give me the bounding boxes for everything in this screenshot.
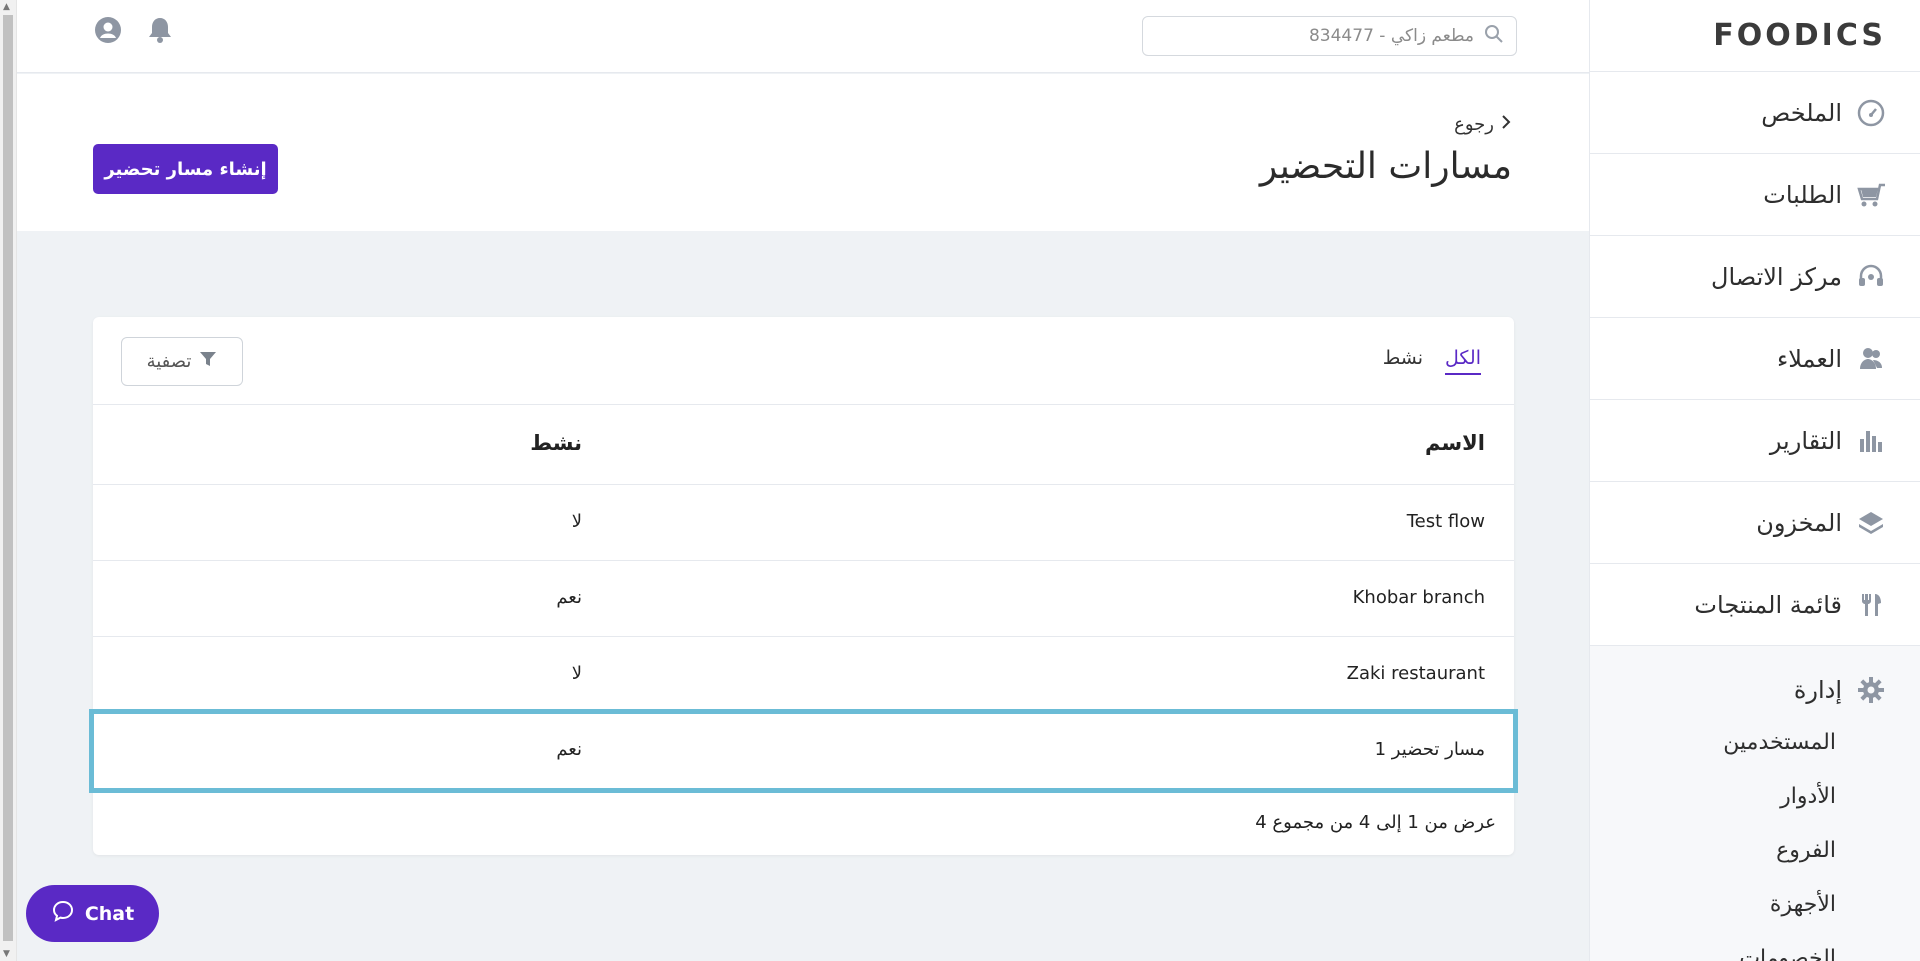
- dashboard-icon: [1856, 98, 1886, 128]
- sidebar-subitem-discounts[interactable]: الخصومات: [1590, 932, 1920, 961]
- scroll-down-arrow-icon[interactable]: ▼: [3, 949, 10, 959]
- table-row[interactable]: Khobar branch نعم: [93, 561, 1514, 637]
- user-account-icon[interactable]: [92, 14, 124, 46]
- sidebar-item-admin[interactable]: إدارة: [1590, 664, 1920, 716]
- sidebar-subitem-devices[interactable]: الأجهزة: [1590, 878, 1920, 932]
- row-active: نعم: [556, 739, 582, 760]
- foodics-logo[interactable]: FOODICS: [1590, 0, 1920, 72]
- table-row[interactable]: Zaki restaurant لا: [93, 637, 1514, 713]
- table-header: الاسم نشط: [93, 405, 1514, 485]
- search-input[interactable]: [1174, 26, 1474, 46]
- row-active: لا: [571, 663, 582, 684]
- search-icon: [1484, 24, 1504, 48]
- page-scrollbar[interactable]: ▲ ▼: [0, 0, 17, 961]
- row-active: نعم: [556, 587, 582, 608]
- tab-all[interactable]: الكل: [1445, 347, 1481, 375]
- card-toolbar: الكل نشط تصفية: [93, 317, 1514, 405]
- chat-button[interactable]: Chat: [26, 885, 159, 942]
- sidebar-item-reports[interactable]: التقارير: [1590, 400, 1920, 482]
- create-preparation-path-button[interactable]: إنشاء مسار تحضير: [93, 144, 278, 194]
- notifications-bell-icon[interactable]: [144, 14, 176, 46]
- chat-label: Chat: [84, 902, 135, 925]
- fork-knife-icon: [1856, 590, 1886, 620]
- row-name: Test flow: [1406, 511, 1485, 532]
- column-header-active[interactable]: نشط: [530, 431, 582, 455]
- table-row[interactable]: Test flow لا: [93, 485, 1514, 561]
- sidebar-item-menu[interactable]: قائمة المنتجات: [1590, 564, 1920, 646]
- sidebar-item-customers[interactable]: العملاء: [1590, 318, 1920, 400]
- row-active: لا: [571, 511, 582, 532]
- sidebar-item-label: التقارير: [1769, 426, 1842, 455]
- row-name: مسار تحضير 1: [1374, 739, 1485, 760]
- cart-icon: [1856, 180, 1886, 210]
- sidebar-item-label: الملخص: [1761, 98, 1842, 127]
- reports-icon: [1856, 426, 1886, 456]
- row-name: Khobar branch: [1352, 587, 1485, 608]
- sidebar-subitem-branches[interactable]: الفروع: [1590, 824, 1920, 878]
- chevron-right-icon: [1500, 114, 1512, 135]
- page-title: مسارات التحضير: [1259, 146, 1512, 187]
- sidebar-item-call-center[interactable]: مركز الاتصال: [1590, 236, 1920, 318]
- row-name: Zaki restaurant: [1346, 663, 1485, 684]
- sidebar-item-label: الطلبات: [1763, 180, 1842, 209]
- sidebar-item-label: المخزون: [1756, 508, 1842, 537]
- sidebar-item-inventory[interactable]: المخزون: [1590, 482, 1920, 564]
- chat-bubble-icon: [51, 899, 75, 928]
- funnel-icon: [199, 350, 217, 373]
- filter-button[interactable]: تصفية: [121, 337, 243, 386]
- sidebar-item-orders[interactable]: الطلبات: [1590, 154, 1920, 236]
- filter-tabs: الكل نشط: [1383, 347, 1481, 375]
- sidebar-item-label: إدارة: [1793, 676, 1842, 704]
- sidebar-item-label: العملاء: [1776, 344, 1842, 373]
- back-link[interactable]: رجوع: [1454, 114, 1512, 135]
- sidebar-admin-section: إدارة المستخدمين الأدوار الفروع الأجهزة …: [1590, 646, 1920, 961]
- customers-icon: [1856, 344, 1886, 374]
- sidebar-item-dashboard[interactable]: الملخص: [1590, 72, 1920, 154]
- sidebar-subitem-users[interactable]: المستخدمين: [1590, 716, 1920, 770]
- scroll-up-arrow-icon[interactable]: ▲: [3, 2, 10, 12]
- sidebar-subitem-roles[interactable]: الأدوار: [1590, 770, 1920, 824]
- inventory-icon: [1856, 508, 1886, 538]
- back-label: رجوع: [1454, 114, 1494, 135]
- gear-icon: [1856, 675, 1886, 705]
- top-header: [17, 0, 1589, 73]
- preparation-paths-card: الكل نشط تصفية الاسم نشط Test flow لا Kh…: [89, 317, 1518, 855]
- tab-active[interactable]: نشط: [1383, 347, 1423, 375]
- scrollbar-thumb[interactable]: [3, 15, 13, 941]
- logo-text: FOODICS: [1713, 18, 1886, 53]
- sidebar-item-label: مركز الاتصال: [1711, 262, 1842, 291]
- sidebar-item-label: قائمة المنتجات: [1694, 590, 1842, 619]
- branch-search-field[interactable]: [1142, 16, 1517, 56]
- filter-label: تصفية: [146, 351, 192, 372]
- column-header-name[interactable]: الاسم: [1425, 431, 1485, 455]
- headset-icon: [1856, 262, 1886, 292]
- pagination-summary: عرض من 1 إلى 4 من مجموع 4: [1255, 812, 1496, 833]
- sidebar: FOODICS الملخص الطلبات مركز الاتصال العم…: [1589, 0, 1920, 961]
- table-row-highlighted[interactable]: مسار تحضير 1 نعم: [89, 709, 1518, 793]
- page-header: رجوع مسارات التحضير إنشاء مسار تحضير: [17, 74, 1589, 231]
